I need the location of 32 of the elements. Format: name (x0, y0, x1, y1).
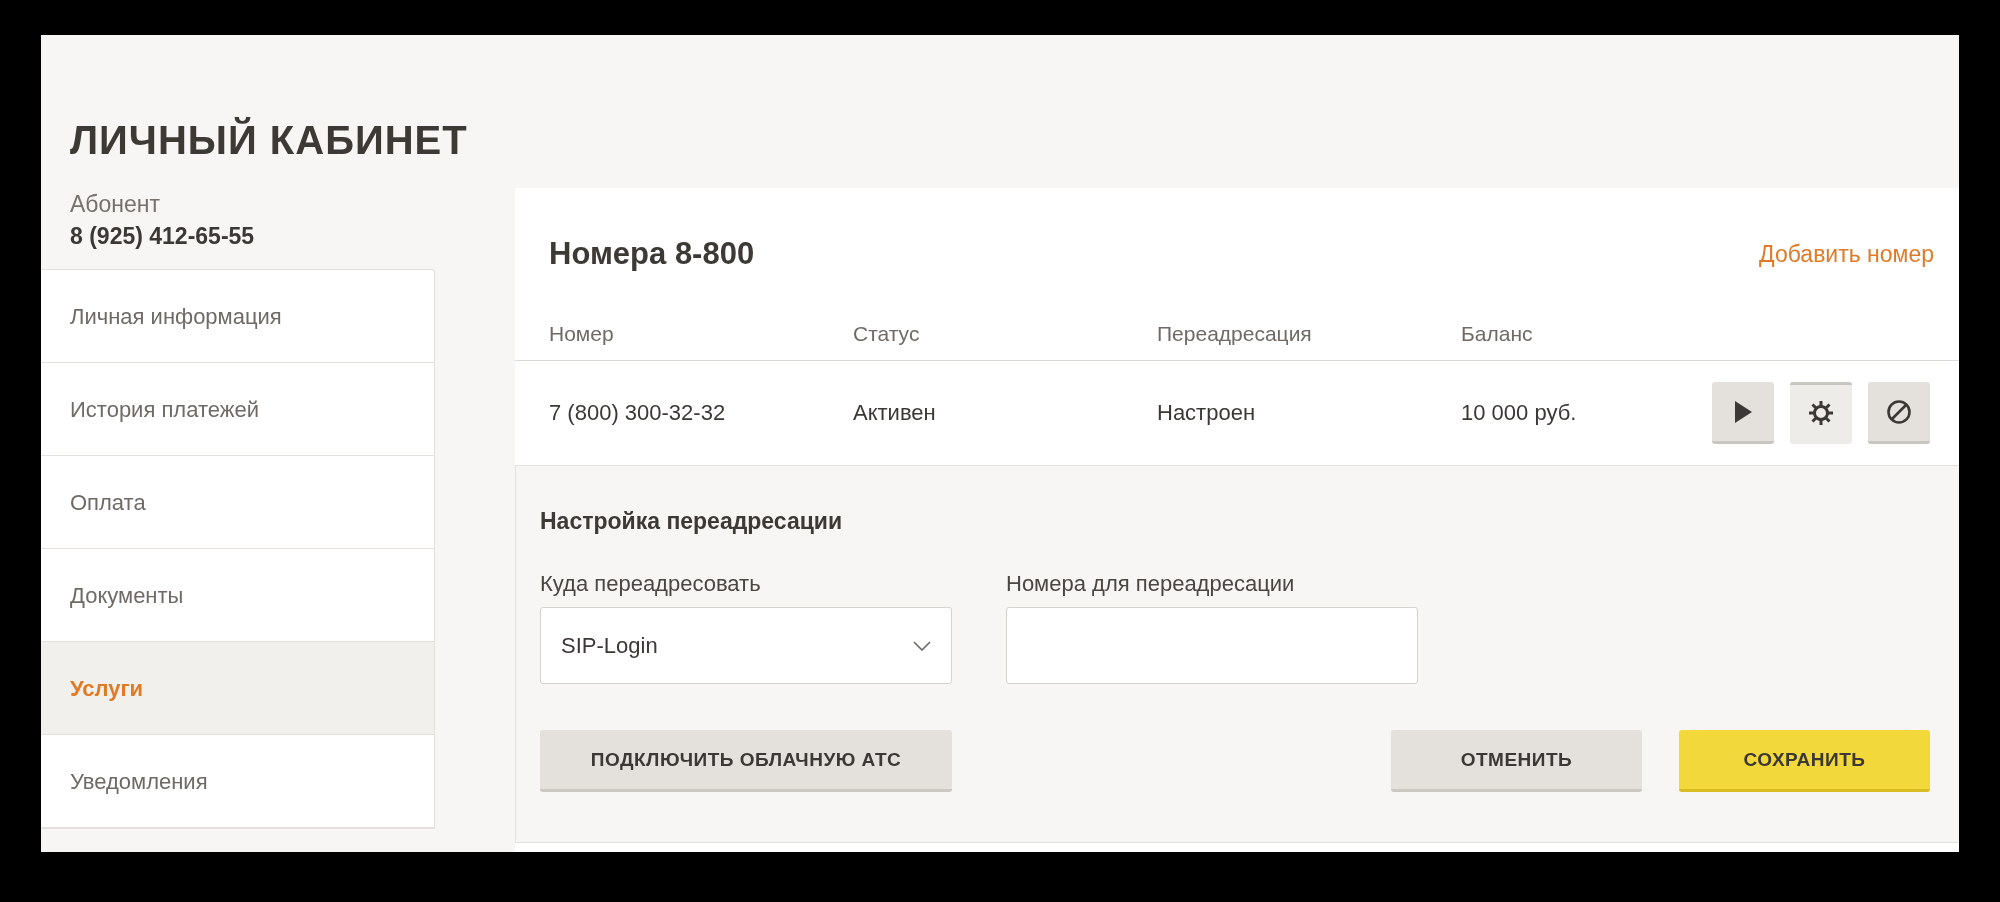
save-button[interactable]: СОХРАНИТЬ (1679, 730, 1930, 792)
section-title: Настройка переадресации (540, 508, 844, 535)
column-header: Статус (853, 322, 921, 346)
chevron-down-icon (913, 640, 931, 651)
connect-pbx-button[interactable]: ПОДКЛЮЧИТЬ ОБЛАЧНУЮ АТС (540, 730, 952, 792)
forward-numbers-field[interactable] (1006, 607, 1418, 684)
column-header: Баланс (1461, 322, 1534, 346)
subscriber-phone: 8 (925) 412-65-55 (69, 222, 256, 251)
field-label: Куда переадресовать (540, 571, 762, 597)
forward-target-dropdown[interactable]: SIP-Login (540, 607, 952, 684)
column-header: Переадресация (1157, 322, 1313, 346)
block-icon (1886, 398, 1912, 425)
table-cell-text: Активен (853, 400, 937, 426)
gear-icon (1807, 399, 1835, 427)
panel-title: Номера 8-800 (549, 236, 755, 272)
table-cell-text: 7 (800) 300-32-32 (549, 400, 727, 426)
field-label: Номера для переадресации (1006, 571, 1296, 597)
sidebar-item[interactable]: Уведомления (41, 735, 434, 828)
sidebar-item[interactable]: Личная информация (41, 270, 434, 363)
play-icon (1732, 399, 1754, 424)
subscriber-label: Абонент (69, 190, 162, 219)
add-number-link[interactable]: Добавить номер (1759, 240, 1934, 268)
cancel-button[interactable]: ОТМЕНИТЬ (1391, 730, 1642, 792)
sidebar-item[interactable]: Оплата (41, 456, 434, 549)
settings-button[interactable] (1790, 382, 1852, 444)
table-cell-text: Настроен (1157, 400, 1257, 426)
table-cell-text: 10 000 руб. (1461, 400, 1578, 426)
page-title: ЛИЧНЫЙ КАБИНЕТ (69, 116, 469, 164)
play-button[interactable] (1712, 382, 1774, 444)
column-header: Номер (549, 322, 615, 346)
block-button[interactable] (1868, 382, 1930, 444)
sidebar-item[interactable]: История платежей (41, 363, 434, 456)
